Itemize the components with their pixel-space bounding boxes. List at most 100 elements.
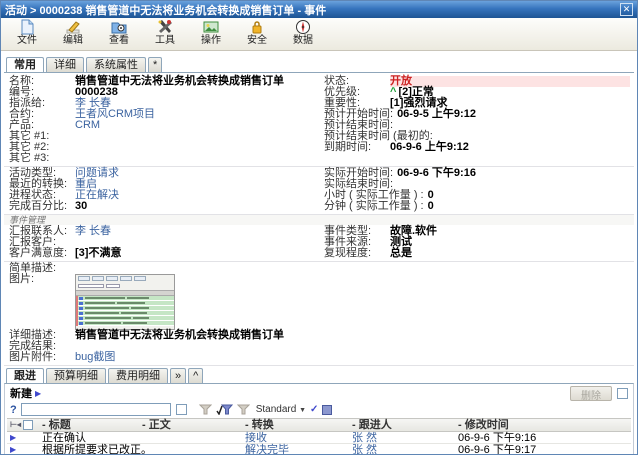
funnel-icon[interactable] (199, 404, 212, 415)
select-all-checkbox[interactable] (23, 420, 33, 430)
actions-icon (203, 19, 219, 35)
field-label: 图片: (9, 274, 75, 285)
main-tabs: 常用 详细 系统属性 * (4, 57, 634, 72)
related-panel: 跟进 预算明细 费用明细 » ^ 新建 ▶ 删除 ? (4, 368, 634, 455)
app-window: 活动 > 0000238 销售管道中无法将业务机会转换成销售订单 - 事件 ✕ … (0, 0, 638, 455)
tab-detail[interactable]: 详细 (46, 57, 84, 72)
table-row: ▶ 根据所提要求已改正。 解决完毕 张 然 06-9-6 下午9:17 (7, 444, 631, 455)
column-header-transition[interactable]: - 转换 (243, 419, 350, 431)
toolbar-label: 查看 (109, 35, 129, 47)
tab-more[interactable]: * (148, 57, 162, 72)
new-menu-arrow-icon[interactable]: ▶ (35, 389, 41, 398)
field-label: 复现程度: (324, 248, 390, 259)
toolbar: 文件 编辑 查看 工具 操作 安全 数据 (1, 18, 637, 51)
tab-followups[interactable]: 跟进 (6, 368, 44, 383)
search-input[interactable] (21, 403, 171, 416)
tools-icon (157, 19, 173, 35)
modified-cell: 06-9-6 下午9:17 (456, 444, 631, 455)
picture-thumbnail[interactable] (75, 274, 175, 330)
field-label: 其它 #3: (9, 153, 75, 164)
funnel-icon-2[interactable] (237, 404, 250, 415)
reproducibility-value: 总是 (390, 248, 412, 259)
column-header-modified[interactable]: - 修改时间 (456, 419, 631, 431)
field-label: 完成百分比: (9, 201, 75, 212)
tab-budget-detail[interactable]: 预算明细 (46, 368, 106, 383)
list-filter-bar: ? Standard ▼ ✓ (7, 401, 631, 418)
satisfaction-value: [3]不满意 (75, 248, 121, 259)
picture-attachment-link[interactable]: bug截图 (75, 352, 115, 363)
toolbar-button-file[interactable]: 文件 (9, 19, 45, 47)
close-icon[interactable]: ✕ (620, 3, 633, 16)
table-row: ▶ 正在确认 接收 张 然 06-9-6 下午9:16 (7, 432, 631, 444)
column-header-follower[interactable]: - 跟进人 (350, 419, 456, 431)
delete-button[interactable]: 删除 (570, 386, 612, 401)
follower-link[interactable]: 张 然 (350, 432, 456, 444)
new-button[interactable]: 新建 (10, 385, 32, 401)
follower-link[interactable]: 张 然 (350, 444, 456, 455)
filter-checkbox[interactable] (176, 404, 187, 415)
detail-description-value: 销售管道中无法将业务机会转换成销售订单 (75, 330, 284, 341)
window-title: 活动 > 0000238 销售管道中无法将业务机会转换成销售订单 - 事件 (5, 2, 620, 18)
detail-content: 常用 详细 系统属性 * 名称:销售管道中无法将业务机会转换成销售订单 编号:0… (1, 51, 637, 455)
followups-table: ⊢◂ - 标题 - 正文 - 转换 - 跟进人 - 修改时间 ▶ 正在确认 接收… (7, 418, 631, 455)
toolbar-button-security[interactable]: 安全 (239, 19, 275, 47)
toolbar-button-edit[interactable]: 编辑 (55, 19, 91, 47)
column-header-title[interactable]: - 标题 (40, 419, 140, 431)
field-group-description: 简单描述: 图片: (4, 262, 634, 366)
tab-system-properties[interactable]: 系统属性 (86, 57, 146, 72)
file-icon (19, 19, 35, 35)
report-contact-link[interactable]: 李 长春 (75, 226, 111, 237)
field-label: 分钟 ( 实际工作量 ) : (324, 201, 428, 212)
title-cell: 正在确认 (40, 432, 140, 444)
tab-expense-detail[interactable]: 费用明细 (108, 368, 168, 383)
toolbar-label: 文件 (17, 35, 37, 47)
toolbar-label: 安全 (247, 35, 267, 47)
field-group-progress: 活动类型:问题请求 最近的转换:重启 进程状态:正在解决 完成百分比:30 实际… (4, 167, 634, 215)
list-actions: 新建 ▶ 删除 (7, 385, 631, 401)
actual-start-value: 06-9-6 下午9:16 (397, 168, 476, 179)
standard-view-dropdown[interactable]: Standard ▼ (256, 404, 306, 415)
toolbar-button-tools[interactable]: 工具 (147, 19, 183, 47)
toolbar-label: 数据 (293, 35, 313, 47)
collapse-all-icon[interactable]: ⊢◂ (10, 419, 21, 431)
chevron-down-icon: ▼ (299, 407, 306, 414)
row-expand-icon[interactable]: ▶ (10, 444, 16, 455)
view-block-icon[interactable] (322, 405, 332, 415)
toolbar-label: 工具 (155, 35, 175, 47)
transition-link[interactable]: 接收 (243, 432, 350, 444)
toolbar-button-data[interactable]: 数据 (285, 19, 321, 47)
view-icon (111, 19, 127, 35)
field-label: 图片附件: (9, 352, 75, 363)
help-icon[interactable]: ? (10, 404, 17, 416)
edit-icon (65, 19, 81, 35)
row-expand-icon[interactable]: ▶ (10, 432, 16, 444)
actions-checkbox[interactable] (617, 388, 628, 399)
due-time-value: 06-9-6 上午9:12 (390, 142, 469, 153)
column-header-body[interactable]: - 正文 (140, 419, 243, 431)
tab-collapse[interactable]: ^ (188, 368, 203, 383)
product-link[interactable]: CRM (75, 120, 100, 131)
toolbar-button-actions[interactable]: 操作 (193, 19, 229, 47)
related-tabs: 跟进 预算明细 费用明细 » ^ (4, 368, 634, 383)
apply-filter-icon[interactable]: ✓ (310, 404, 318, 415)
window-titlebar: 活动 > 0000238 销售管道中无法将业务机会转换成销售订单 - 事件 ✕ (1, 1, 637, 18)
modified-cell: 06-9-6 下午9:16 (456, 432, 631, 444)
field-panel: 名称:销售管道中无法将业务机会转换成销售订单 编号:0000238 指派给:李 … (4, 72, 634, 366)
tab-common[interactable]: 常用 (6, 57, 44, 72)
tab-overflow[interactable]: » (170, 368, 186, 383)
table-header-row: ⊢◂ - 标题 - 正文 - 转换 - 跟进人 - 修改时间 (7, 419, 631, 432)
field-label: 到期时间: (324, 142, 390, 153)
data-icon (295, 19, 311, 35)
percent-complete-value: 30 (75, 201, 87, 212)
title-cell: 根据所提要求已改正。 (40, 444, 140, 455)
toolbar-label: 操作 (201, 35, 221, 47)
transition-link[interactable]: 解决完毕 (243, 444, 350, 455)
estimated-start-value: 06-9-5 上午9:12 (397, 109, 476, 120)
minutes-worked-value: 0 (428, 201, 434, 212)
funnel-check-icon[interactable] (216, 404, 233, 415)
security-icon (249, 19, 265, 35)
section-label-case-management: 事件管理 (4, 215, 634, 225)
field-label: 客户满意度: (9, 248, 75, 259)
field-group-main: 名称:销售管道中无法将业务机会转换成销售订单 编号:0000238 指派给:李 … (4, 75, 634, 167)
toolbar-button-view[interactable]: 查看 (101, 19, 137, 47)
